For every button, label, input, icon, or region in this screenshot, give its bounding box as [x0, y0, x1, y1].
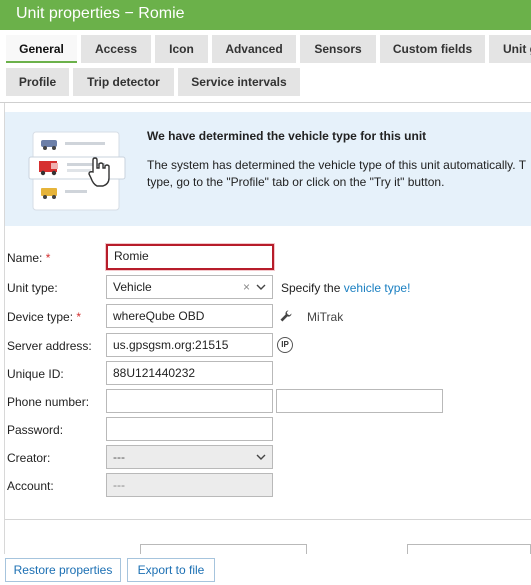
vehicle-type-link[interactable]: vehicle type! [344, 281, 411, 295]
creator-select[interactable]: --- [106, 445, 273, 469]
section-divider [5, 519, 531, 520]
banner-title: We have determined the vehicle type for … [147, 129, 427, 143]
unique-id-label: Unique ID: [7, 367, 64, 381]
phone-number-input[interactable] [106, 389, 273, 413]
tab-unit-groups[interactable]: Unit g [489, 35, 531, 63]
wrench-icon[interactable] [279, 309, 293, 323]
chevron-down-icon[interactable] [256, 446, 266, 468]
clipped-field [140, 544, 307, 554]
tab-trip-detector[interactable]: Trip detector [73, 68, 174, 96]
server-address-input[interactable]: us.gpsgsm.org:21515 [106, 333, 273, 357]
window-title: Unit properties − Romie [0, 0, 531, 30]
tab-service-intervals[interactable]: Service intervals [178, 68, 300, 96]
tab-profile[interactable]: Profile [6, 68, 69, 96]
banner-text: The system has determined the vehicle ty… [147, 158, 526, 189]
name-label: Name: * [7, 251, 51, 265]
unit-type-label: Unit type: [7, 281, 58, 295]
phone-number-label: Phone number: [7, 395, 90, 409]
phone-number-2-input[interactable] [276, 389, 443, 413]
ip-icon[interactable]: IP [277, 337, 293, 353]
unit-type-value: Vehicle [113, 280, 152, 294]
name-input[interactable]: Romie [106, 244, 274, 270]
tab-bar: General Access Icon Advanced Sensors Cus… [0, 30, 531, 102]
clipped-field [407, 544, 531, 554]
dialog-footer: Restore properties Export to file [0, 554, 531, 585]
unit-type-select[interactable]: Vehicle × [106, 275, 273, 299]
account-input: --- [106, 473, 273, 497]
tab-access[interactable]: Access [81, 35, 151, 63]
device-type-label: Device type: * [7, 310, 82, 324]
device-type-input[interactable]: whereQube OBD [106, 304, 273, 328]
tab-divider [0, 102, 531, 103]
account-label: Account: [7, 479, 54, 493]
device-vendor: MiTrak [307, 310, 344, 324]
password-input[interactable] [106, 417, 273, 441]
export-to-file-button[interactable]: Export to file [127, 558, 215, 582]
creator-value: --- [113, 450, 125, 464]
tab-custom-fields[interactable]: Custom fields [380, 35, 485, 63]
unit-type-hint: Specify the vehicle type! [281, 281, 411, 295]
clipped-next-row [5, 542, 531, 554]
restore-properties-button[interactable]: Restore properties [5, 558, 121, 582]
tab-sensors[interactable]: Sensors [300, 35, 376, 63]
server-address-label: Server address: [7, 339, 92, 353]
unique-id-input[interactable]: 88U121440232 [106, 361, 273, 385]
clear-icon[interactable]: × [243, 276, 250, 298]
chevron-down-icon[interactable] [256, 276, 266, 298]
tab-general[interactable]: General [6, 35, 77, 63]
required-mark: * [45, 251, 51, 265]
creator-label: Creator: [7, 451, 51, 465]
vehicle-type-illustration [28, 131, 126, 211]
password-label: Password: [7, 423, 64, 437]
required-mark: * [76, 310, 82, 324]
tab-advanced[interactable]: Advanced [212, 35, 296, 63]
vehicle-type-banner: We have determined the vehicle type for … [5, 112, 531, 226]
tab-icon[interactable]: Icon [155, 35, 208, 63]
